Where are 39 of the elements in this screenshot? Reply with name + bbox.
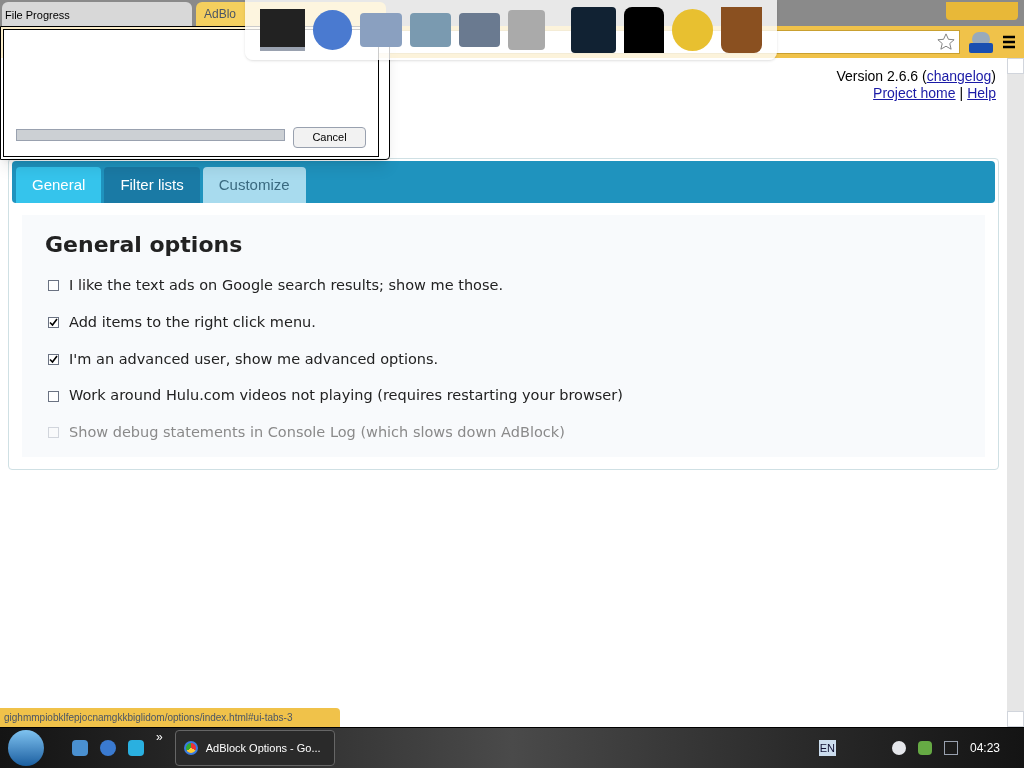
option-label: I like the text ads on Google search results; show me those. (69, 276, 504, 295)
options-tab[interactable]: Filter lists (104, 167, 200, 203)
tray-icon[interactable] (943, 741, 958, 755)
cancel-button[interactable]: Cancel (293, 127, 366, 148)
checkmark-icon (49, 318, 58, 328)
checkbox[interactable] (48, 317, 59, 329)
quick-launch-icon[interactable] (100, 740, 116, 756)
options-tab[interactable]: Customize (202, 167, 306, 203)
overflow-chevron[interactable]: » (156, 728, 163, 746)
start-button[interactable] (8, 730, 44, 766)
option-label: Add items to the right click menu. (69, 312, 316, 332)
browser-tab[interactable] (2, 2, 192, 26)
option-label: Work around Hulu.com videos not playing (requires restarting your browser) (69, 386, 623, 406)
tray-icon[interactable] (891, 741, 906, 755)
project-home-link[interactable]: Project home (873, 85, 956, 102)
taskbar-window[interactable]: AdBlock Options - Go... (174, 730, 335, 766)
language-indicator[interactable]: EN (818, 739, 836, 757)
clock: 04:23 (969, 740, 1000, 757)
checkmark-icon (49, 354, 58, 364)
dialog-title: File Progress (5, 8, 70, 23)
checkbox[interactable] (48, 390, 59, 402)
version-text-end: ) (991, 68, 996, 85)
tray-icon[interactable] (917, 741, 932, 755)
option-label: I'm an advanced user, show me advanced options. (69, 349, 439, 369)
changelog-link[interactable]: changelog (926, 68, 992, 85)
status-bubble: gighmmpiobklfepjocnamgkkbiglidom/options/index.html#ui-tabs-3 (0, 708, 340, 727)
quick-launch-icon[interactable] (72, 740, 88, 756)
quick-launch-icon[interactable] (128, 740, 144, 756)
star-icon[interactable] (937, 33, 955, 51)
option-label: Show debug statements in Console Log (which slows down AdBlock) (69, 423, 565, 442)
extension-icon[interactable] (968, 30, 994, 54)
checkbox[interactable] (48, 353, 59, 365)
menu-icon[interactable] (1002, 35, 1016, 49)
help-link[interactable]: Help (967, 85, 996, 102)
separator-text: | (959, 85, 964, 102)
checkbox[interactable] (48, 280, 59, 292)
version-text: Version 2.6.6 ( (836, 68, 927, 85)
section-title: General options (45, 231, 244, 259)
browser-icon (183, 741, 198, 755)
